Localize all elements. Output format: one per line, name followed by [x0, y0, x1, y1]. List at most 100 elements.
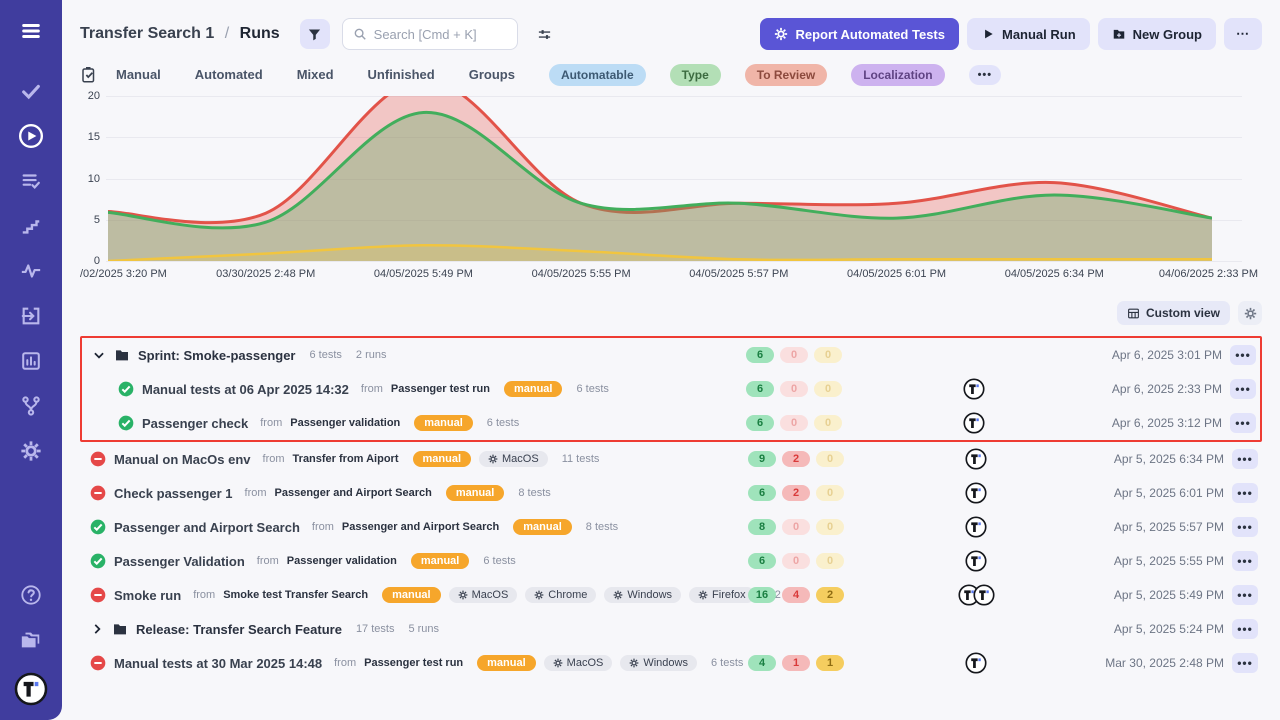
- manual-run-button[interactable]: Manual Run: [967, 18, 1090, 50]
- columns-settings-button[interactable]: [1238, 301, 1262, 325]
- group-tests-count: 17 tests: [356, 623, 395, 635]
- tab-mixed[interactable]: Mixed: [297, 67, 334, 82]
- imports-icon[interactable]: [18, 303, 44, 329]
- activity-icon[interactable]: [18, 258, 44, 284]
- env-label: Firefox: [712, 589, 746, 601]
- row-more-button[interactable]: •••: [1232, 653, 1258, 673]
- y-axis-tick: 0: [80, 255, 100, 267]
- run-type-tag: manual: [411, 553, 470, 569]
- test-plans-icon[interactable]: [18, 168, 44, 194]
- table-row[interactable]: Smoke runfromSmoke test Transfer Searchm…: [80, 578, 1262, 612]
- badge-skipped: 1: [816, 655, 844, 671]
- automation-gear-icon: [774, 27, 788, 41]
- row-more-button[interactable]: •••: [1230, 413, 1256, 433]
- integrations-icon[interactable]: [18, 393, 44, 419]
- report-automated-tests-button[interactable]: Report Automated Tests: [760, 18, 959, 50]
- row-more-button[interactable]: •••: [1230, 379, 1256, 399]
- new-group-button[interactable]: New Group: [1098, 18, 1216, 50]
- settings-icon[interactable]: [18, 438, 44, 464]
- milestones-icon[interactable]: [18, 213, 44, 239]
- gear-icon: [534, 590, 544, 600]
- run-source: Passenger test run: [391, 383, 490, 395]
- assignee-avatars: [848, 482, 1104, 504]
- custom-view-button[interactable]: Custom view: [1117, 301, 1230, 325]
- row-more-button[interactable]: •••: [1232, 619, 1258, 639]
- table-row[interactable]: Manual on MacOs envfromTransfer from Aip…: [80, 442, 1262, 476]
- projects-icon[interactable]: [18, 627, 44, 653]
- status-passed-icon: [118, 415, 134, 431]
- table-row[interactable]: Sprint: Smoke-passenger6 tests2 runs600A…: [82, 338, 1260, 372]
- main-content: Transfer Search 1 / Runs Report Automate…: [62, 0, 1280, 720]
- analytics-icon[interactable]: [18, 348, 44, 374]
- env-label: MacOS: [567, 657, 604, 669]
- run-from-label: from: [193, 589, 215, 601]
- row-main: Passenger ValidationfromPassenger valida…: [80, 553, 748, 569]
- row-more-button[interactable]: •••: [1232, 585, 1258, 605]
- run-tests-count: 6 tests: [711, 657, 743, 669]
- help-icon[interactable]: [18, 582, 44, 608]
- topbar-actions: Report Automated Tests Manual Run New Gr…: [760, 18, 1262, 50]
- table-row[interactable]: Passenger ValidationfromPassenger valida…: [80, 544, 1262, 578]
- x-axis-tick: 03/30/2025 2:48 PM: [216, 268, 315, 280]
- breadcrumb-separator: /: [219, 25, 235, 42]
- table-row[interactable]: Manual tests at 30 Mar 2025 14:48fromPas…: [80, 646, 1262, 680]
- tab-groups[interactable]: Groups: [469, 67, 515, 82]
- row-more-button[interactable]: •••: [1232, 551, 1258, 571]
- row-main: Passenger checkfromPassenger validationm…: [82, 415, 746, 431]
- row-more-button[interactable]: •••: [1230, 345, 1256, 365]
- run-type-tag: manual: [504, 381, 563, 397]
- tabs: Manual Automated Mixed Unfinished Groups: [116, 66, 549, 84]
- filter-tag-automatable[interactable]: Automatable: [549, 64, 646, 86]
- run-from-label: from: [334, 657, 356, 669]
- filter-button[interactable]: [300, 19, 330, 49]
- badge-passed: 6: [746, 381, 774, 397]
- search-box[interactable]: [342, 18, 518, 50]
- tab-automated[interactable]: Automated: [195, 67, 263, 82]
- table-grid-icon: [1127, 307, 1140, 320]
- highlighted-group-box: Sprint: Smoke-passenger6 tests2 runs600A…: [80, 336, 1262, 442]
- filter-tags: Automatable Type To Review Localization: [549, 66, 969, 84]
- row-more-button[interactable]: •••: [1232, 483, 1258, 503]
- runs-icon[interactable]: [18, 123, 44, 149]
- table-row[interactable]: Manual tests at 06 Apr 2025 14:32fromPas…: [82, 372, 1260, 406]
- workspace-logo[interactable]: [14, 672, 48, 706]
- tags-more-button[interactable]: •••: [969, 65, 1002, 85]
- app: Transfer Search 1 / Runs Report Automate…: [0, 0, 1280, 720]
- run-title: Passenger and Airport Search: [114, 520, 300, 535]
- header-more-button[interactable]: ⋯: [1224, 18, 1262, 50]
- test-cases-icon[interactable]: [18, 78, 44, 104]
- badge-passed: 6: [748, 485, 776, 501]
- user-avatar: [965, 516, 987, 538]
- search-input[interactable]: [374, 27, 507, 42]
- row-more-button[interactable]: •••: [1232, 449, 1258, 469]
- run-from-label: from: [312, 521, 334, 533]
- run-title: Check passenger 1: [114, 486, 233, 501]
- gear-icon: [553, 658, 563, 668]
- group-runs-count: 5 runs: [408, 623, 439, 635]
- table-row[interactable]: Passenger checkfromPassenger validationm…: [82, 406, 1260, 440]
- menu-icon[interactable]: [18, 18, 44, 44]
- filter-tag-to-review[interactable]: To Review: [745, 64, 827, 86]
- badge-passed: 6: [746, 415, 774, 431]
- tab-manual[interactable]: Manual: [116, 67, 161, 82]
- filter-tag-localization[interactable]: Localization: [851, 64, 944, 86]
- tab-unfinished[interactable]: Unfinished: [368, 67, 435, 82]
- user-avatar: [963, 378, 985, 400]
- row-main: Manual tests at 30 Mar 2025 14:48fromPas…: [80, 655, 748, 671]
- table-row[interactable]: Passenger and Airport SearchfromPassenge…: [80, 510, 1262, 544]
- run-date: Mar 30, 2025 2:48 PM: [1104, 656, 1224, 670]
- status-passed-icon: [90, 553, 106, 569]
- badge-skipped: 0: [816, 451, 844, 467]
- sidebar: [0, 0, 62, 720]
- status-failed-icon: [90, 655, 106, 671]
- table-row[interactable]: Release: Transfer Search Feature17 tests…: [80, 612, 1262, 646]
- clipboard-check-icon[interactable]: [80, 66, 98, 84]
- filter-tag-type[interactable]: Type: [670, 64, 721, 86]
- row-more-button[interactable]: •••: [1232, 517, 1258, 537]
- badge-failed: 0: [782, 519, 810, 535]
- badge-skipped: 0: [814, 415, 842, 431]
- table-row[interactable]: Check passenger 1fromPassenger and Airpo…: [80, 476, 1262, 510]
- run-title: Manual tests at 06 Apr 2025 14:32: [142, 382, 349, 397]
- view-settings-button[interactable]: [530, 19, 560, 49]
- run-from-label: from: [257, 555, 279, 567]
